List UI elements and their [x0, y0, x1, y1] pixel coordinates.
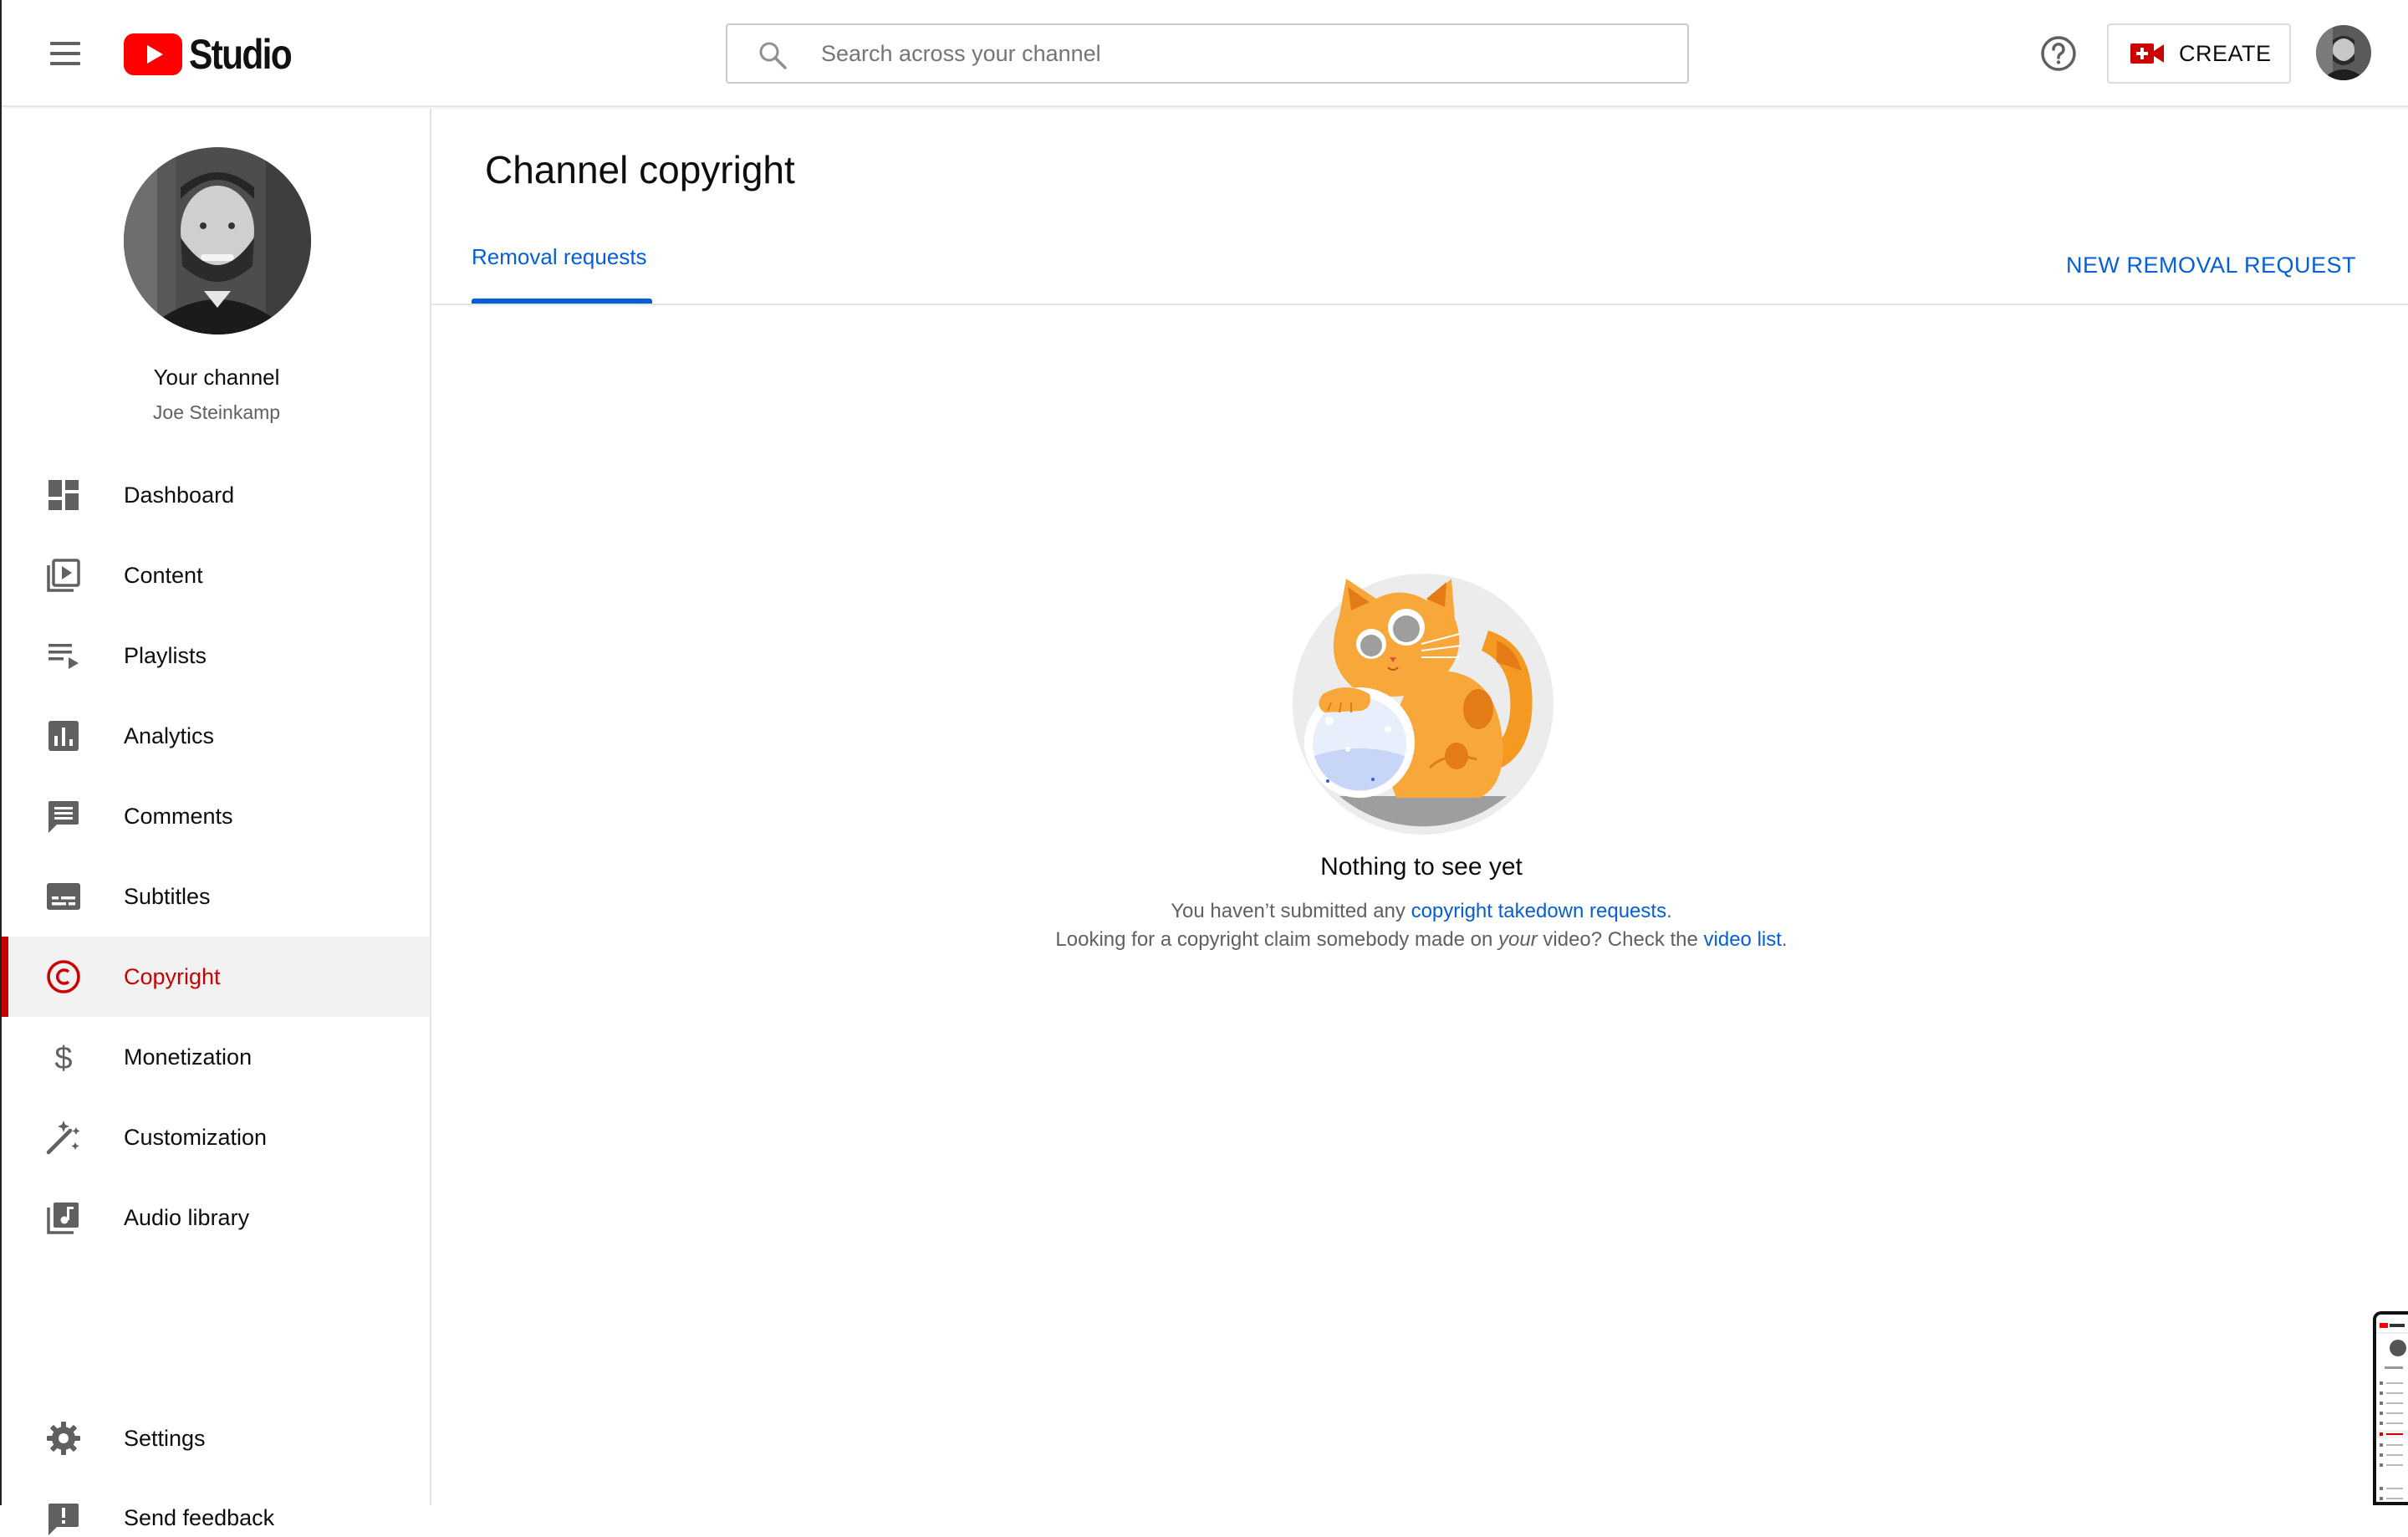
channel-name: Joe Steinkamp	[152, 401, 281, 423]
empty-line2-prefix: Looking for a copyright claim somebody m…	[1055, 928, 1499, 951]
playlists-icon	[48, 644, 79, 669]
sidebar-item-label: Playlists	[124, 642, 207, 668]
page-title: Channel copyright	[485, 148, 795, 191]
sidebar-item-label: Monetization	[124, 1044, 253, 1070]
tab-label: Removal requests	[472, 244, 647, 269]
subtitles-icon	[47, 883, 80, 910]
empty-state-title: Nothing to see yet	[1320, 853, 1523, 881]
svg-text:$: $	[54, 1041, 72, 1075]
audio-library-icon	[47, 1203, 79, 1234]
sidebar-item-subtitles[interactable]: Subtitles	[2, 856, 430, 937]
content-icon	[47, 559, 80, 592]
sidebar-item-send-feedback[interactable]: Send feedback	[2, 1478, 430, 1535]
sidebar-item-label: Comments	[124, 803, 233, 829]
your-channel-label: Your channel	[153, 365, 280, 390]
sidebar-item-label: Content	[124, 562, 203, 588]
sidebar-item-label: Analytics	[124, 723, 215, 748]
empty-line1-prefix: You haven’t submitted any	[1171, 900, 1411, 922]
sidebar-item-dashboard[interactable]: Dashboard	[2, 455, 430, 535]
comments-icon	[48, 801, 79, 833]
video-camera-icon	[2130, 43, 2164, 64]
cat-fishbowl-illustration	[1293, 574, 1553, 835]
video-list-link[interactable]: video list	[1704, 928, 1782, 951]
sidebar-item-customization[interactable]: Customization	[2, 1097, 430, 1177]
tabs-divider	[431, 304, 2408, 305]
top-bar: Studio CREATE	[2, 0, 2408, 107]
new-removal-request-button[interactable]: NEW REMOVAL REQUEST	[2066, 253, 2356, 278]
sidebar-item-playlists[interactable]: Playlists	[2, 615, 430, 696]
sidebar-item-label: Send feedback	[124, 1505, 275, 1530]
empty-line2-suffix: .	[1781, 928, 1788, 951]
hamburger-menu-icon[interactable]	[38, 33, 85, 74]
channel-avatar[interactable]	[124, 147, 311, 334]
create-button-label: CREATE	[2179, 40, 2272, 66]
screenshot-thumbnail-preview[interactable]	[2373, 1311, 2408, 1505]
sidebar-item-copyright[interactable]: Copyright	[2, 937, 430, 1017]
app-window: Studio CREATE	[0, 0, 2408, 1535]
analytics-icon	[48, 721, 79, 751]
magic-wand-icon	[46, 1121, 80, 1155]
sidebar-item-label: Dashboard	[124, 482, 235, 508]
sidebar-item-settings[interactable]: Settings	[2, 1398, 430, 1478]
sidebar-item-analytics[interactable]: Analytics	[2, 696, 430, 776]
avatar-image	[2316, 25, 2371, 80]
thumbnail-image	[2376, 1315, 2408, 1502]
logo-text: Studio	[189, 31, 293, 78]
sidebar: Your channel Joe Steinkamp Dashboard Con…	[2, 109, 431, 1535]
search-icon	[759, 42, 787, 69]
youtube-logo-icon	[124, 33, 182, 75]
sidebar-item-label: Customization	[124, 1124, 268, 1150]
sidebar-item-label: Subtitles	[124, 883, 211, 909]
search-box[interactable]	[726, 23, 1689, 84]
copyright-takedown-requests-link[interactable]: copyright takedown requests	[1411, 900, 1667, 922]
empty-state-line-1: You haven’t submitted any copyright take…	[920, 900, 1923, 923]
empty-line2-middle: video? Check the	[1537, 928, 1704, 951]
channel-avatar-image	[124, 147, 311, 334]
create-button[interactable]: CREATE	[2107, 23, 2291, 84]
dollar-icon: $	[54, 1041, 72, 1075]
account-avatar[interactable]	[2316, 25, 2371, 80]
help-icon[interactable]	[2038, 33, 2079, 74]
sidebar-item-monetization[interactable]: $ Monetization	[2, 1017, 430, 1097]
youtube-studio-logo[interactable]: Studio	[124, 31, 309, 78]
sidebar-item-content[interactable]: Content	[2, 535, 430, 615]
sidebar-item-audio-library[interactable]: Audio library	[2, 1177, 430, 1258]
tab-removal-requests[interactable]: Removal requests	[472, 244, 647, 304]
sidebar-item-label: Settings	[124, 1425, 206, 1451]
empty-line2-emphasis: your	[1498, 928, 1538, 951]
empty-state-line-2: Looking for a copyright claim somebody m…	[920, 928, 1923, 952]
sidebar-item-label: Audio library	[124, 1204, 250, 1230]
sidebar-item-comments[interactable]: Comments	[2, 776, 430, 856]
dashboard-icon	[48, 480, 79, 510]
sidebar-item-label: Copyright	[124, 963, 221, 989]
search-input[interactable]	[821, 33, 1657, 74]
feedback-icon	[48, 1504, 79, 1535]
empty-line1-suffix: .	[1666, 900, 1672, 922]
gear-icon	[47, 1422, 80, 1455]
copyright-icon	[47, 960, 80, 993]
